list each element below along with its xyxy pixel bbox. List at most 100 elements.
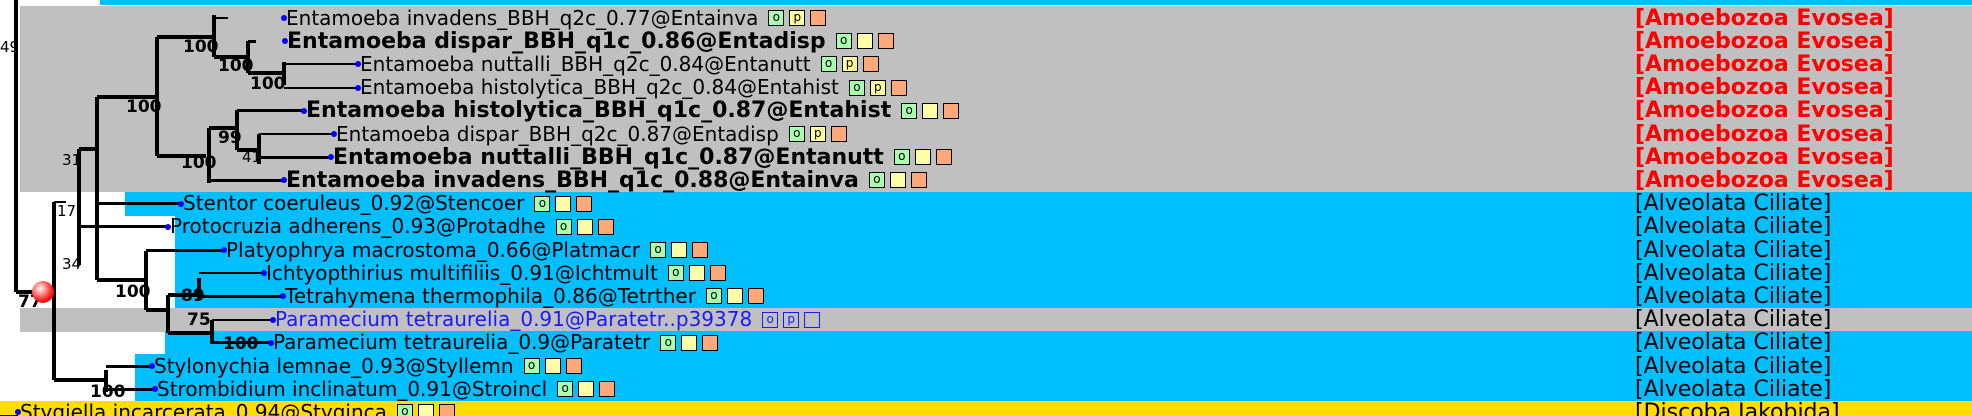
support-value: 100 [183,37,219,57]
support-value: 89 [181,286,205,306]
tree-leaf[interactable]: Entamoeba dispar_BBH_q1c_0.86@Entadisp o [287,30,894,53]
taxonomy-label: [Alveolata Ciliate] [1635,237,1832,263]
support-value: 49 [0,38,20,56]
support-value: 100 [218,56,254,76]
domain-boxes: op [820,56,879,73]
tree-leaf[interactable]: Protocruzia adherens_0.93@Protadhe o [170,215,614,238]
domain-box-p: p [809,126,826,142]
domain-boxes: op [762,311,821,328]
support-value: 75 [187,310,211,330]
support-value: 100 [115,282,151,302]
domain-box-o: o [667,265,684,282]
tree-leaf[interactable]: Entamoeba invadens_BBH_q2c_0.77@Entainva… [286,5,827,30]
branch [199,294,283,298]
root-node-marker[interactable] [32,281,54,303]
leaf-label: Entamoeba histolytica_BBH_q2c_0.84@Entah… [360,75,839,100]
taxonomy-label: [Amoebozoa Evosea] [1635,144,1894,170]
leaf-label: Entamoeba nuttalli_BBH_q2c_0.84@Entanutt [360,51,811,76]
domain-box-e [877,33,894,50]
leaf-node-dot [165,223,171,230]
tree-leaf[interactable]: Entamoeba dispar_BBH_q2c_0.87@Entadisp o p [336,122,847,146]
taxonomy-label: [Alveolata Ciliate] [1635,330,1832,356]
tree-leaf[interactable]: Entamoeba histolytica_BBH_q1c_0.87@Entah… [306,99,960,122]
domain-boxes: o [835,33,894,50]
domain-box-e [747,288,764,305]
domain-box-e [702,334,719,351]
domain-boxes: op [788,126,847,142]
leaf-label: Entamoeba dispar_BBH_q1c_0.86@Entadisp [287,28,826,54]
domain-box-e [565,358,582,374]
domain-boxes: o [650,242,709,258]
domain-box-e [862,56,879,73]
leaf-label: Ichtyopthirius multifiliis_0.91@Ichtmult [266,260,658,285]
leaf-node-dot [221,247,227,253]
leaf-label: Entamoeba invadens_BBH_q1c_0.88@Entainva [286,167,859,193]
taxonomy-label: [Amoebozoa Evosea] [1635,5,1894,31]
tree-leaf[interactable]: Entamoeba nuttalli_BBH_q1c_0.87@Entanutt… [333,146,952,169]
support-value: 34 [62,255,82,273]
support-value: 100 [90,382,126,402]
leaf-label: Stentor coeruleus_0.92@Stencoer [183,191,525,216]
domain-boxes: o [555,218,614,235]
leaf-label: Protocruzia adherens_0.93@Protadhe [170,214,546,239]
domain-box-o: o [660,334,677,351]
branch [79,147,96,151]
leaf-node-dot [331,131,337,137]
domain-box-o: o [762,311,779,328]
tree-leaf[interactable]: Paramecium tetraurelia_0.91@Paratetr..p3… [275,307,821,332]
domain-box-e [910,172,927,189]
taxonomy-label: [Amoebozoa Evosea] [1635,167,1894,193]
leaf-label: Stylonychia lemnae_0.93@Styllemn [154,353,514,378]
leaf-label: Stygiella incarcerata_0.94@Stygincа [20,399,387,416]
domain-box-y [856,33,873,50]
branch [259,133,334,135]
leaf-label: Entamoeba invadens_BBH_q2c_0.77@Entainva [286,5,759,30]
tree-leaf[interactable]: Platyophrya macrostoma_0.66@Platmacr o [226,238,709,262]
domain-boxes: o [523,358,582,374]
tree-leaf[interactable]: Stentor coeruleus_0.92@Stencoer o [183,191,593,216]
leaf-label: Entamoeba nuttalli_BBH_q1c_0.87@Entanutt [333,144,884,170]
branch [248,39,256,43]
leaf-node-dot [301,107,307,114]
support-value: 100 [223,334,259,354]
domain-box-o: o [534,195,551,212]
support-value: 31 [62,151,82,169]
support-value: 41 [242,148,262,166]
domain-box-o: o [893,149,910,166]
tree-leaf[interactable]: Entamoeba invadens_BBH_q1c_0.88@Entainva… [286,169,927,192]
support-value: 99 [218,128,242,148]
domain-box-y [688,265,705,282]
tree-leaf[interactable]: Stylonychia lemnae_0.93@Styllemn o [154,353,582,378]
domain-box-o: o [523,358,540,374]
domain-box-y [555,195,572,212]
tree-leaf[interactable]: Ichtyopthirius multifiliis_0.91@Ichtmult… [266,260,726,285]
tree-leaf[interactable]: Paramecium tetraurelia_0.9@Paratetr o [273,331,719,354]
support-value: 100 [126,97,162,117]
domain-box-e [890,79,907,96]
domain-box-o: o [705,288,722,305]
taxonomy-label: [Alveolata Ciliate] [1635,260,1832,286]
domain-box-y [922,102,939,119]
leaf-label: Paramecium tetraurelia_0.91@Paratetr..p3… [275,307,753,332]
tree-leaf[interactable]: Stygiella incarcerata_0.94@Stygincа o [20,399,455,416]
support-value: 17 [57,202,77,220]
tree-leaf[interactable]: Tetrahymena thermophila_0.86@Tetrther o [285,284,764,308]
domain-box-y [889,172,906,189]
leaf-node-dot [149,363,155,369]
branch [106,364,152,368]
taxonomy-label: [Discoba Jakobida] [1635,399,1840,416]
domain-box-p: p [869,79,886,96]
domain-box-o: o [555,218,572,235]
branch [79,225,168,229]
tree-leaf[interactable]: Entamoeba histolytica_BBH_q2c_0.84@Entah… [360,76,907,99]
taxonomy-label: [Alveolata Ciliate] [1635,376,1832,402]
tree-view: Entamoeba invadens_BBH_q2c_0.77@Entainva… [0,0,1972,416]
tree-leaf[interactable]: Entamoeba nuttalli_BBH_q2c_0.84@Entanutt… [360,51,879,76]
branch [168,331,212,335]
branch [284,63,358,66]
taxonomy-label: [Amoebozoa Evosea] [1635,98,1894,124]
taxonomy-label: [Alveolata Ciliate] [1635,307,1832,333]
leaf-node-dot [178,200,184,207]
domain-boxes: o [396,404,455,416]
tree-leaf[interactable]: Strombidium inclinatum_0.91@Stroincl o [157,377,616,401]
